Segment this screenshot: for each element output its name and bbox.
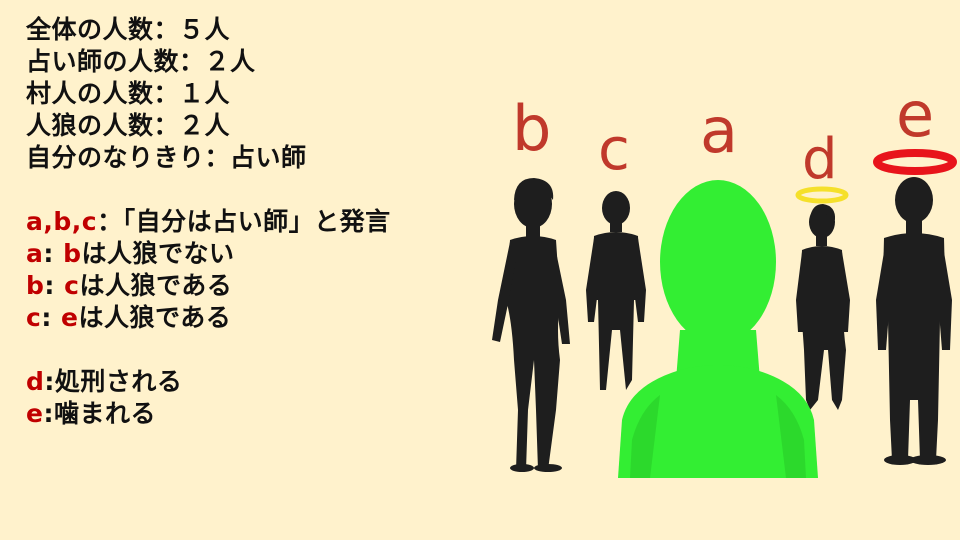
figure-d-icon (796, 204, 850, 410)
event-d-text: :処刑される (44, 367, 183, 396)
claim-a-line: a: bは人狼でない (26, 239, 235, 268)
seer-count-line: 占い師の人数：２人 (26, 47, 256, 76)
claim-a-target: b (63, 239, 82, 268)
villager-count-line: 村人の人数：１人 (26, 79, 231, 108)
event-e-line: e:噛まれる (26, 398, 496, 430)
claim-c-text: は人狼である (78, 303, 232, 332)
figure-c-icon (586, 191, 646, 390)
claim-b-key: b (26, 271, 45, 300)
claim-b-text: は人狼である (79, 271, 233, 300)
claim-c-target: e (61, 303, 79, 332)
total-count-line: 全体の人数：５人 (26, 15, 231, 44)
claim-c-key: c (26, 303, 42, 332)
event-e-key: e (26, 399, 44, 428)
figure-b-icon (492, 178, 570, 472)
event-d-key: d (26, 367, 45, 396)
figure-e-icon (876, 177, 952, 465)
claimants-label: a,b,c (26, 207, 98, 236)
red-halo-icon (873, 149, 957, 175)
players-scene (492, 149, 957, 478)
claim-a-text: は人狼でない (81, 239, 235, 268)
claim-summary-text: ：「自分は占い師」と発言 (97, 207, 391, 236)
claim-b-line: b: cは人狼である (26, 271, 233, 300)
gold-halo-icon (795, 186, 849, 204)
claim-b-target: c (64, 271, 80, 300)
claim-summary-line: a,b,c：「自分は占い師」と発言 (26, 206, 496, 238)
event-d-line: d:処刑される (26, 366, 496, 398)
claim-c-line: c: eは人狼である (26, 303, 232, 332)
claim-a-key: a (26, 239, 44, 268)
werewolf-count-line: 人狼の人数：２人 (26, 111, 231, 140)
own-role-line: 自分のなりきり：占い師 (26, 143, 307, 172)
rules-text-block: 全体の人数：５人 占い師の人数：２人 村人の人数：１人 人狼の人数：２人 自分の… (26, 14, 496, 430)
event-e-text: :噛まれる (43, 399, 156, 428)
